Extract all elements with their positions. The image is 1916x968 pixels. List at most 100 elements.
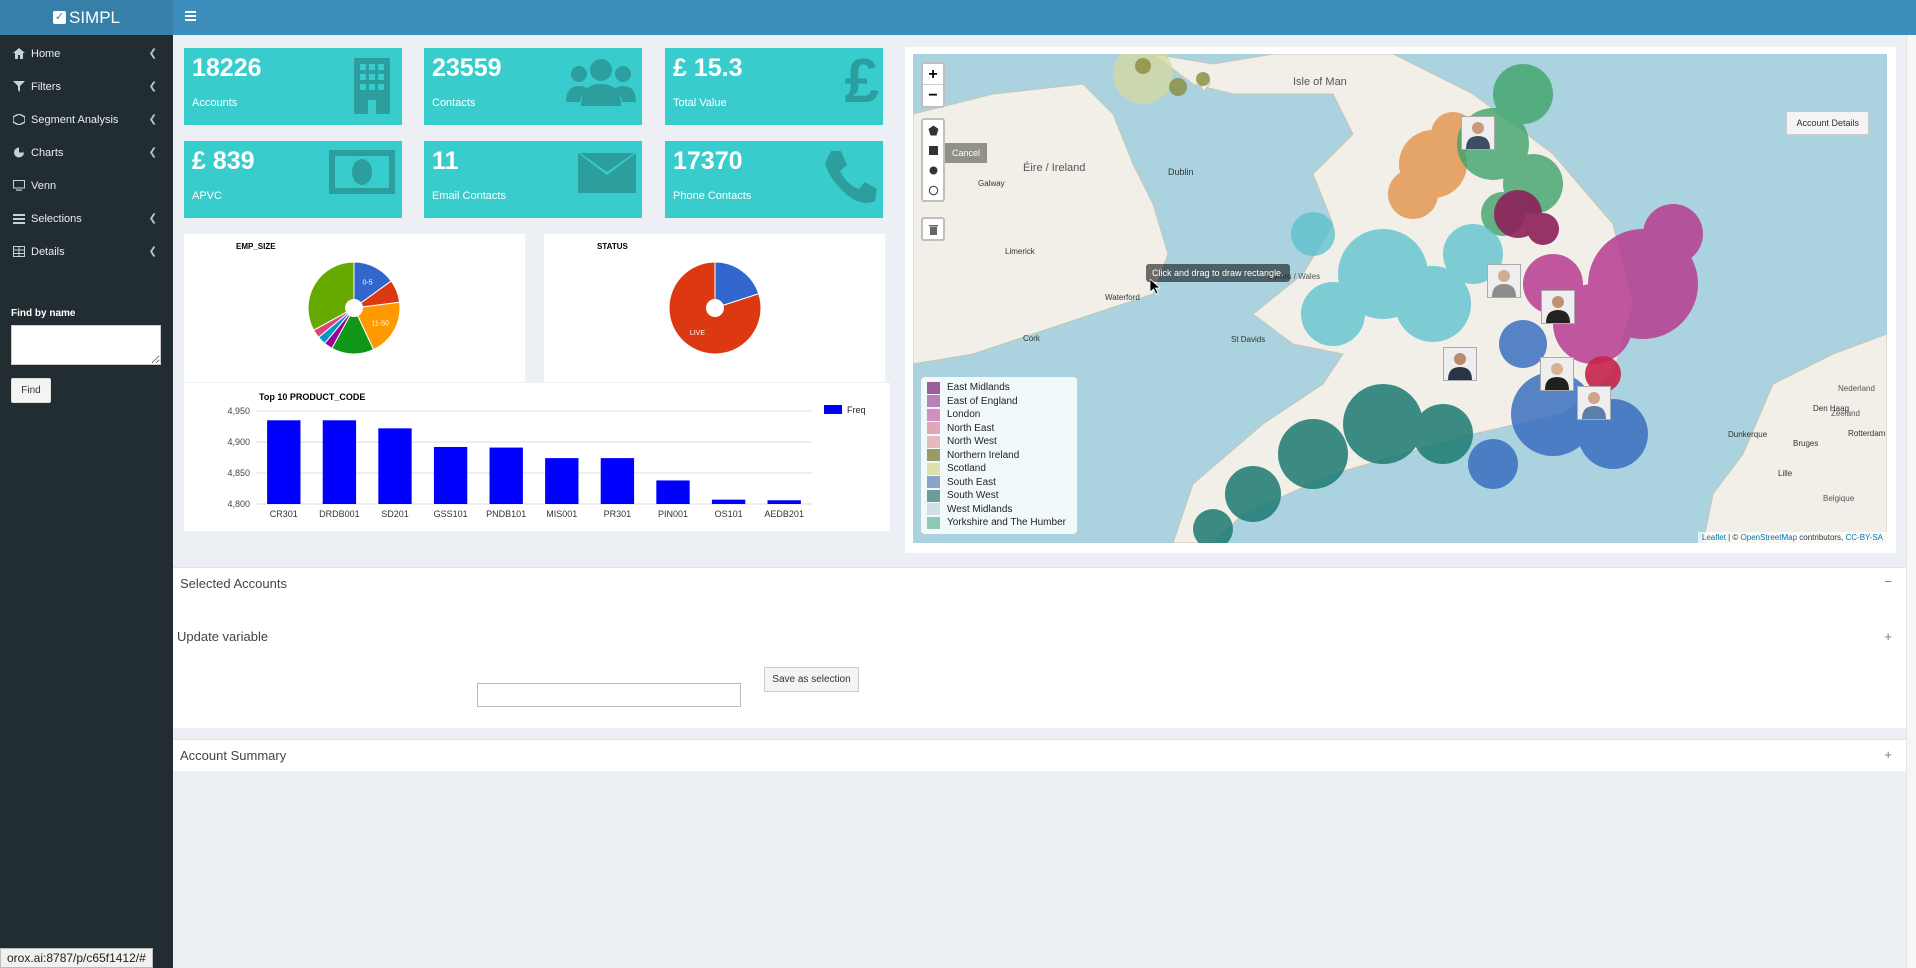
account-summary-box[interactable]: Account Summary + bbox=[173, 739, 1906, 771]
bar[interactable] bbox=[489, 447, 523, 504]
page-scrollbar[interactable] bbox=[1906, 35, 1916, 968]
map-place-label: Galway bbox=[978, 179, 1005, 188]
person-icon bbox=[1582, 392, 1606, 419]
collapse-button[interactable]: − bbox=[1884, 574, 1892, 589]
sidebar-item-details[interactable]: Details ❮ bbox=[0, 235, 173, 268]
pie-hole bbox=[345, 299, 363, 317]
draw-polygon-button[interactable] bbox=[923, 120, 943, 140]
map-place-label: Lille bbox=[1778, 469, 1793, 478]
avatar-marker[interactable] bbox=[1443, 347, 1477, 381]
building-icon bbox=[354, 58, 390, 114]
map-place-label: Dublin bbox=[1168, 167, 1194, 177]
legend-swatch bbox=[927, 395, 940, 408]
account-details-button[interactable]: Account Details bbox=[1786, 111, 1869, 135]
legend-swatch bbox=[927, 449, 940, 462]
draw-marker-button[interactable] bbox=[923, 180, 943, 200]
legend-label: East Midlands bbox=[947, 382, 1010, 394]
legend-swatch bbox=[927, 476, 940, 489]
sidebar-item-home[interactable]: Home ❮ bbox=[0, 37, 173, 70]
circle-outline-icon bbox=[928, 185, 938, 195]
draw-rectangle-button[interactable] bbox=[923, 140, 943, 160]
bar[interactable] bbox=[433, 446, 468, 504]
expand-button[interactable]: + bbox=[1884, 747, 1892, 762]
chevron-left-icon: ❮ bbox=[148, 48, 157, 59]
top-navbar bbox=[173, 0, 1916, 35]
sidebar-item-label: Details bbox=[31, 245, 65, 258]
expand-button[interactable]: + bbox=[1884, 629, 1892, 644]
value-box-label: Phone Contacts bbox=[673, 190, 752, 202]
legend-item: West Midlands bbox=[927, 503, 1071, 517]
bar[interactable] bbox=[267, 420, 301, 504]
avatar-marker[interactable] bbox=[1487, 264, 1521, 298]
selection-name-input[interactable] bbox=[477, 683, 741, 707]
pound-icon: £ bbox=[844, 47, 879, 116]
avatar-marker[interactable] bbox=[1577, 386, 1611, 420]
menu-toggle-icon[interactable] bbox=[185, 11, 196, 21]
find-by-name-input[interactable] bbox=[11, 325, 161, 365]
save-as-selection-button[interactable]: Save as selection bbox=[764, 667, 859, 692]
pie-slice-label: 11-50 bbox=[372, 320, 389, 327]
value-box-label: Total Value bbox=[673, 97, 727, 109]
avatar-marker[interactable] bbox=[1540, 357, 1574, 391]
bar[interactable] bbox=[711, 499, 746, 504]
legend-label: London bbox=[947, 409, 981, 421]
zoom-out-button[interactable]: − bbox=[923, 85, 943, 106]
legend-swatch bbox=[927, 435, 940, 448]
find-button[interactable]: Find bbox=[11, 378, 51, 403]
status-pie-chart[interactable]: LIVE bbox=[544, 234, 885, 382]
map-place-label: Bruges bbox=[1793, 439, 1819, 448]
product-code-bar-chart[interactable]: 4,800 4,850 4,900 4,950 CR301 DRDB001 SD201 GSS… bbox=[184, 383, 890, 531]
map-view[interactable]: Isle of Man Éire / Ireland Dublin Galway… bbox=[913, 54, 1887, 543]
x-tick-label: GSS101 bbox=[434, 509, 468, 519]
y-tick-label: 4,850 bbox=[227, 468, 250, 478]
bar[interactable] bbox=[378, 428, 412, 504]
value-box-label: Accounts bbox=[192, 97, 238, 109]
find-by-name-label: Find by name bbox=[11, 308, 76, 319]
legend-item: North West bbox=[927, 435, 1071, 449]
sidebar-item-segment-analysis[interactable]: Segment Analysis ❮ bbox=[0, 103, 173, 136]
cancel-draw-button[interactable]: Cancel bbox=[945, 143, 988, 163]
bar[interactable] bbox=[600, 458, 635, 504]
sidebar-item-label: Home bbox=[31, 47, 61, 60]
license-link[interactable]: CC-BY-SA bbox=[1846, 533, 1884, 542]
selected-accounts-title: Selected Accounts bbox=[180, 576, 287, 591]
legend-swatch bbox=[927, 408, 940, 421]
sidebar: Home ❮ Filters ❮ Segment Analysis ❮ Char… bbox=[0, 35, 173, 968]
sidebar-item-charts[interactable]: Charts ❮ bbox=[0, 136, 173, 169]
emp-size-pie-chart[interactable]: 0-5 11-50 bbox=[184, 234, 525, 382]
sidebar-item-venn[interactable]: Venn bbox=[0, 169, 173, 202]
zoom-in-button[interactable]: + bbox=[923, 64, 943, 85]
legend-item: East Midlands bbox=[927, 381, 1071, 395]
value-box-email-contacts: 11 Email Contacts bbox=[424, 141, 642, 218]
account-summary-title: Account Summary bbox=[180, 748, 287, 763]
map-place-label: Cork bbox=[1023, 334, 1040, 343]
x-tick-label: DRDB001 bbox=[319, 509, 360, 519]
delete-shapes-button[interactable] bbox=[921, 217, 945, 241]
app-logo[interactable]: ✓ SIMPL bbox=[0, 0, 173, 35]
legend-swatch bbox=[927, 462, 940, 475]
ireland-landmass bbox=[913, 83, 1169, 365]
legend-swatch bbox=[927, 503, 940, 516]
legend-item: London bbox=[927, 408, 1071, 422]
draw-tooltip: Click and drag to draw rectangle. bbox=[1146, 264, 1290, 282]
legend-swatch bbox=[927, 422, 940, 435]
circle-icon bbox=[929, 166, 937, 174]
leaflet-link[interactable]: Leaflet bbox=[1702, 533, 1726, 542]
x-tick-label: PNDB101 bbox=[486, 509, 526, 519]
sidebar-item-filters[interactable]: Filters ❮ bbox=[0, 70, 173, 103]
legend-swatch bbox=[927, 381, 940, 394]
bar[interactable] bbox=[545, 458, 579, 504]
value-box-value: 17370 bbox=[673, 147, 743, 175]
map-place-label: Belgique bbox=[1823, 494, 1855, 503]
bar[interactable] bbox=[767, 500, 801, 504]
avatar-marker[interactable] bbox=[1541, 290, 1575, 324]
legend-label: Northern Ireland bbox=[947, 449, 1020, 461]
selected-accounts-box: Selected Accounts − Update variable + bbox=[173, 567, 1906, 728]
sidebar-item-selections[interactable]: Selections ❮ bbox=[0, 202, 173, 235]
sidebar-item-label: Segment Analysis bbox=[31, 113, 119, 126]
avatar-marker[interactable] bbox=[1461, 116, 1495, 150]
openstreetmap-link[interactable]: OpenStreetMap bbox=[1741, 533, 1797, 542]
bar[interactable] bbox=[322, 420, 357, 504]
draw-circle-button[interactable] bbox=[923, 160, 943, 180]
bar[interactable] bbox=[656, 480, 690, 504]
